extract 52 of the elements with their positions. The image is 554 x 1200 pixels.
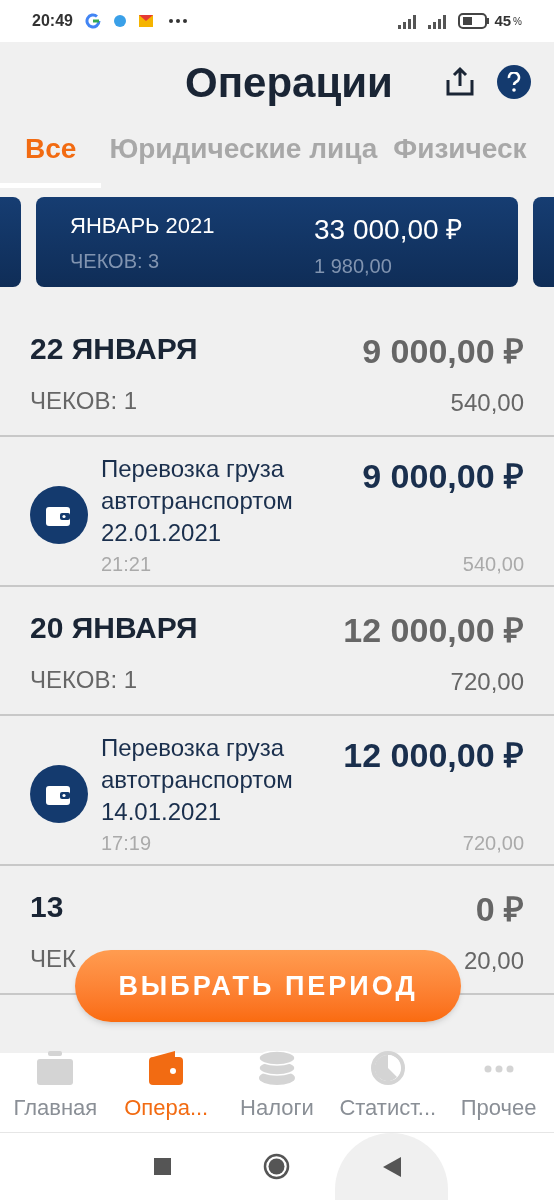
day-amount: 9 000,00 ₽ (362, 331, 524, 372)
tax-amount: 540,00 (462, 552, 524, 577)
day-date: 13 (30, 889, 65, 925)
tax-amount: 720,00 (450, 667, 524, 697)
page-title: Операции (185, 57, 393, 108)
mail-icon (138, 15, 153, 27)
filter-tab[interactable]: Юридические лица (101, 128, 386, 188)
nav-tab[interactable]: Опера... (110, 1053, 222, 1132)
more-icon (168, 19, 187, 23)
day-amount: 0 ₽ (475, 889, 524, 930)
percent-sign: % (513, 14, 522, 29)
nav-tab[interactable]: Налоги (221, 1053, 333, 1132)
day-date: 22 ЯНВАРЯ (30, 331, 198, 367)
day-amount: 12 000,00 ₽ (343, 610, 524, 651)
tax-amount: 1 980,00 (314, 254, 393, 279)
home-icon[interactable] (263, 1153, 290, 1180)
google-icon (84, 13, 101, 29)
operation-time: 21:21 (101, 552, 152, 577)
browser-icon (112, 14, 127, 28)
nav-tab[interactable]: Статист... (332, 1053, 444, 1132)
battery-icon (458, 13, 491, 29)
period-month: ЯНВАРЬ 2021 (70, 212, 215, 240)
checks-count: ЧЕК (30, 944, 76, 974)
more-icon (483, 1065, 514, 1073)
period-card[interactable]: ЯНВАРЬ 2021 ЧЕКОВ: 3 33 000,00 ₽ 1 980,00 (36, 197, 518, 287)
wallet-icon (30, 765, 88, 823)
tax-amount: 720,00 (462, 831, 524, 856)
operation-title: Перевозка груза автотранспортом 14.01.2021 (101, 733, 294, 827)
battery-percent: 45 (494, 10, 512, 31)
question-mark-icon (507, 72, 521, 92)
checks-count: ЧЕКОВ: 3 (70, 249, 161, 274)
select-period-button[interactable]: ВЫБРАТЬ ПЕРИОД (75, 950, 461, 1022)
status-time: 20:49 (32, 11, 73, 31)
filter-tab[interactable]: Все (0, 128, 102, 188)
operation-title: Перевозка груза автотранспортом 22.01.2021 (101, 454, 294, 548)
period-amount: 33 000,00 ₽ (314, 213, 464, 247)
help-button[interactable] (497, 65, 531, 99)
nav-tab[interactable]: Прочее (443, 1053, 554, 1132)
nav-tab[interactable]: Главная (0, 1053, 111, 1132)
checks-count: ЧЕКОВ: 1 (30, 665, 139, 695)
checks-count: ЧЕКОВ: 1 (30, 386, 139, 416)
briefcase-icon (37, 1051, 74, 1085)
tax-amount: 20,00 (463, 946, 524, 976)
wallet-icon (30, 486, 88, 544)
back-icon (382, 1156, 401, 1177)
tax-amount: 540,00 (450, 388, 524, 418)
operation-amount: 9 000,00 ₽ (362, 456, 524, 497)
operation-time: 17:19 (101, 831, 152, 856)
day-date: 20 ЯНВАРЯ (30, 610, 198, 646)
filter-tab[interactable]: Физическ (385, 128, 535, 188)
operation-amount: 12 000,00 ₽ (343, 735, 524, 776)
share-icon[interactable] (444, 66, 476, 98)
